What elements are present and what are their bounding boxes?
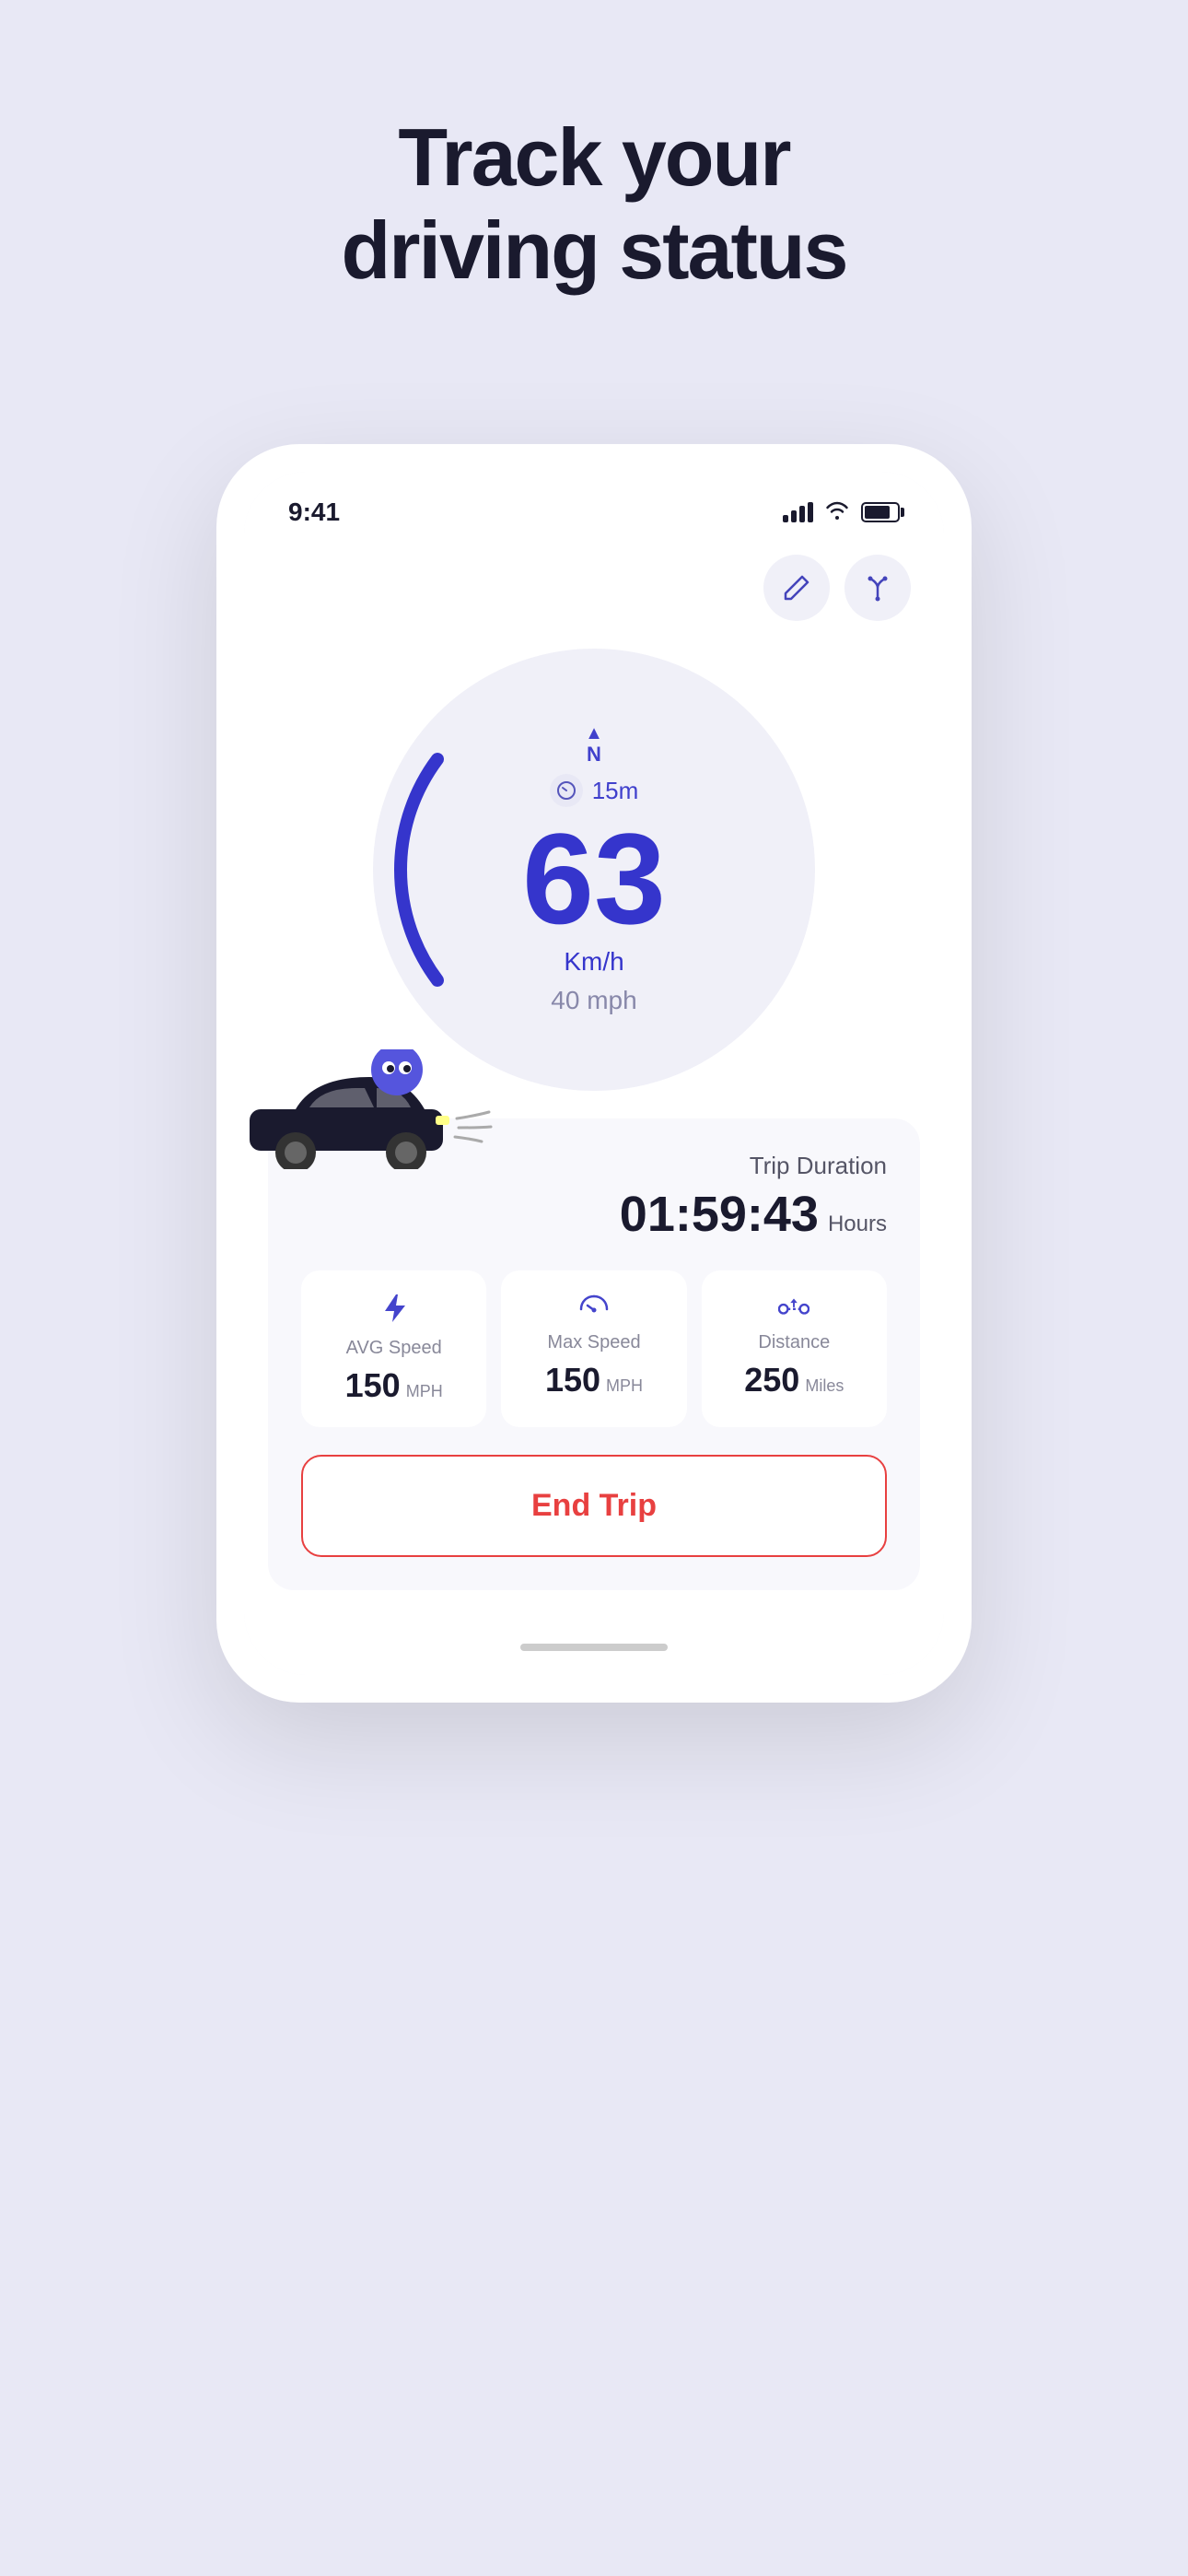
max-speed-card: Max Speed 150 MPH	[501, 1270, 686, 1427]
edit-button[interactable]	[763, 555, 830, 621]
compass-direction: N	[587, 743, 601, 767]
avg-speed-card: AVG Speed 150 MPH	[301, 1270, 486, 1427]
top-actions	[277, 555, 911, 621]
distance-indicator: 15m	[592, 777, 639, 805]
gauge-icon	[556, 780, 577, 801]
car-illustration	[244, 1049, 498, 1174]
max-speed-value: 150 MPH	[545, 1361, 643, 1399]
page-title: Track your driving status	[342, 111, 847, 297]
compass-indicator: ▲ N	[585, 724, 603, 767]
distance-card: Distance 250 Miles	[702, 1270, 887, 1427]
compass-arrow-icon: ▲	[585, 724, 603, 743]
status-bar: 9:41	[244, 472, 944, 536]
phone-screen: 9:41	[244, 472, 944, 1675]
battery-icon	[861, 502, 900, 522]
speed-arc	[355, 722, 447, 1017]
speedometer: ▲ N 15m 63 Km/h 40 mp	[373, 649, 815, 1091]
car-svg	[244, 1049, 498, 1169]
distance-icon	[778, 1293, 809, 1325]
max-speed-label: Max Speed	[547, 1332, 640, 1353]
trip-duration-unit: Hours	[828, 1212, 887, 1237]
route-button[interactable]	[844, 555, 911, 621]
trip-duration-value: 01:59:43 Hours	[620, 1186, 887, 1243]
status-icons	[783, 499, 900, 525]
stats-row: AVG Speed 150 MPH	[301, 1270, 887, 1427]
trip-info-section: Trip Duration 01:59:43 Hours	[268, 1118, 920, 1590]
speedometer-container: ▲ N 15m 63 Km/h 40 mp	[277, 649, 911, 1091]
speed-icon-row: 15m	[550, 774, 639, 807]
home-indicator	[244, 1627, 944, 1675]
lightning-icon	[381, 1293, 407, 1330]
signal-icon	[783, 502, 813, 522]
avg-speed-value: 150 MPH	[345, 1366, 443, 1405]
app-content: ▲ N 15m 63 Km/h 40 mp	[244, 536, 944, 1627]
pencil-icon	[782, 573, 811, 603]
speed-limit-icon	[550, 774, 583, 807]
end-trip-button[interactable]: End Trip	[301, 1455, 887, 1557]
speedometer-icon	[578, 1293, 610, 1325]
wifi-icon	[824, 499, 850, 525]
avg-speed-label: AVG Speed	[346, 1338, 442, 1359]
phone-frame: 9:41	[216, 444, 972, 1703]
status-time: 9:41	[288, 498, 340, 527]
home-bar	[520, 1644, 668, 1651]
fork-icon	[863, 573, 892, 603]
speed-mph: 40 mph	[551, 986, 636, 1015]
speed-unit: Km/h	[564, 947, 623, 977]
distance-label: Distance	[758, 1332, 830, 1353]
trip-duration-label: Trip Duration	[750, 1152, 887, 1180]
speed-value: 63	[522, 814, 666, 943]
distance-value: 250 Miles	[744, 1361, 844, 1399]
